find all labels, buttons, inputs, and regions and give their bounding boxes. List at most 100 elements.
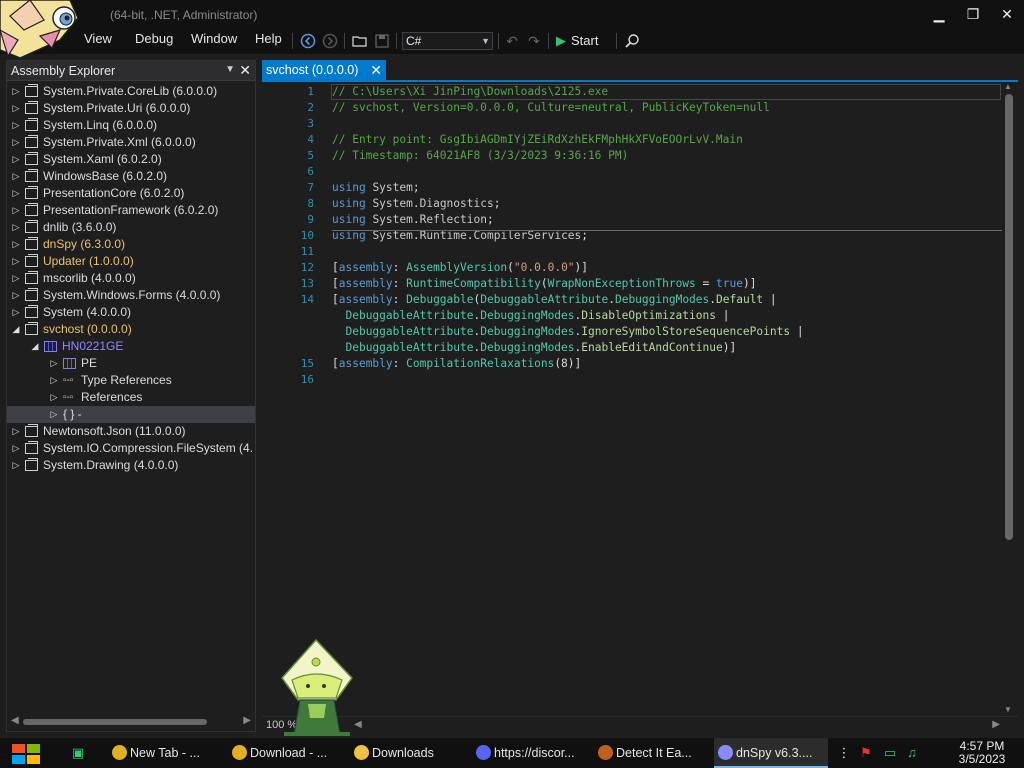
expand-icon[interactable]: ▷ (11, 202, 21, 219)
scroll-up-icon[interactable]: ▲ (1004, 82, 1012, 91)
close-icon[interactable]: ✕ (239, 62, 251, 79)
search-icon[interactable] (624, 33, 640, 49)
navigate-back-icon[interactable] (300, 33, 316, 49)
start-debug-button[interactable]: ▶ Start (556, 31, 598, 51)
expand-icon[interactable]: ▷ (11, 151, 21, 168)
collapse-icon[interactable]: ◢ (30, 338, 40, 355)
tree-item[interactable]: ▷ System.IO.Compression.FileSystem (4. (7, 440, 255, 457)
chevron-down-icon[interactable]: ▼ (225, 64, 235, 75)
scrollbar-thumb[interactable] (23, 719, 207, 725)
taskbar-item[interactable]: https://discor... (472, 738, 586, 768)
code-line[interactable]: using System.Diagnostics; (332, 196, 500, 212)
close-button[interactable]: ✕ (992, 4, 1022, 24)
tree-item[interactable]: ▷ dnlib (3.6.0.0) (7, 219, 255, 236)
tree-item[interactable]: ▷ System.Private.Xml (6.0.0.0) (7, 134, 255, 151)
editor-vertical-scrollbar[interactable]: ▲ ▼ (1002, 82, 1016, 714)
tab-svchost[interactable]: svchost (0.0.0.0) ✕ (262, 60, 386, 80)
taskbar-item[interactable]: Detect It Ea... (594, 738, 706, 768)
tree-item[interactable]: ▷ System.Drawing (4.0.0.0) (7, 457, 255, 474)
code-line[interactable]: using System.Reflection; (332, 212, 494, 228)
taskbar-item[interactable]: New Tab - ... (108, 738, 220, 768)
tree-item[interactable]: ▷ System.Xaml (6.0.2.0) (7, 151, 255, 168)
menu-debug[interactable]: Debug (135, 31, 173, 46)
code-line[interactable]: // C:\Users\Xi JinPing\Downloads\2125.ex… (332, 84, 608, 100)
save-icon[interactable] (374, 33, 390, 49)
expand-icon[interactable]: ▷ (11, 100, 21, 117)
close-tab-icon[interactable]: ✕ (370, 60, 382, 80)
tree-item[interactable]: ◢ HN0221GE (7, 338, 255, 355)
tree-item[interactable]: ▷ PresentationFramework (6.0.2.0) (7, 202, 255, 219)
expand-icon[interactable]: ▷ (11, 117, 21, 134)
tree-item[interactable]: ▷ WindowsBase (6.0.2.0) (7, 168, 255, 185)
volume-icon[interactable]: ♫ (904, 745, 920, 761)
expand-icon[interactable]: ▷ (11, 219, 21, 236)
expand-icon[interactable]: ▷ (11, 304, 21, 321)
code-line[interactable]: DebuggableAttribute.DebuggingModes.Ignor… (332, 324, 803, 340)
windows-start-icon[interactable] (10, 742, 42, 766)
redo-icon[interactable]: ↷ (526, 33, 542, 49)
scrollbar-thumb[interactable] (1005, 94, 1013, 540)
code-line[interactable]: // svchost, Version=0.0.0.0, Culture=neu… (332, 100, 770, 116)
tree-item[interactable]: ▷ System.Private.CoreLib (6.0.0.0) (7, 83, 255, 100)
tree-item[interactable]: ▷ System.Private.Uri (6.0.0.0) (7, 100, 255, 117)
tree-item[interactable]: ▷ System (4.0.0.0) (7, 304, 255, 321)
navigate-forward-icon[interactable] (322, 33, 338, 49)
tree-item[interactable]: ▷ System.Linq (6.0.0.0) (7, 117, 255, 134)
scroll-left-icon[interactable]: ◀ (11, 715, 19, 726)
expand-icon[interactable]: ▷ (11, 253, 21, 270)
code-text[interactable]: // C:\Users\Xi JinPing\Downloads\2125.ex… (332, 82, 1002, 714)
expand-icon[interactable]: ▷ (11, 457, 21, 474)
minimize-button[interactable]: ▁ (924, 4, 954, 24)
code-line[interactable]: [assembly: RuntimeCompatibility(WrapNonE… (332, 276, 756, 292)
tree-item[interactable]: ▷ dnSpy (6.3.0.0) (7, 236, 255, 253)
menu-help[interactable]: Help (255, 31, 282, 46)
expand-icon[interactable]: ▷ (49, 389, 59, 406)
expand-icon[interactable]: ▷ (49, 372, 59, 389)
expand-icon[interactable]: ▷ (49, 355, 59, 372)
explorer-horizontal-scrollbar[interactable]: ◀ ▶ (7, 713, 255, 731)
code-line[interactable]: [assembly: AssemblyVersion("0.0.0.0")] (332, 260, 588, 276)
code-line[interactable]: [assembly: CompilationRelaxations(8)] (332, 356, 581, 372)
expand-icon[interactable]: ▷ (49, 406, 59, 423)
expand-icon[interactable]: ▷ (11, 287, 21, 304)
code-editor[interactable]: 1 2 3 4 5 6 7 8 9 10 11 12 13 14 15 16 // C:\Users\Xi J… (262, 80, 1018, 734)
collapse-icon[interactable]: ◢ (11, 321, 21, 338)
chat-app-icon[interactable]: ▣ (70, 745, 86, 761)
code-line[interactable]: // Entry point: GsgIbiAGDmIYjZEiRdXzhEkF… (332, 132, 743, 148)
code-line[interactable]: DebuggableAttribute.DebuggingModes.Enabl… (332, 340, 736, 356)
language-select[interactable]: C# ▼ (402, 32, 493, 50)
code-line[interactable]: [assembly: Debuggable(DebuggableAttribut… (332, 292, 777, 308)
menu-window[interactable]: Window (191, 31, 237, 46)
expand-icon[interactable]: ▷ (11, 236, 21, 253)
scroll-down-icon[interactable]: ▼ (1004, 705, 1012, 714)
tree-item[interactable]: ▷ ▫-▫ References (7, 389, 255, 406)
flag-icon[interactable]: ⚑ (858, 745, 874, 761)
tree-item[interactable]: ▷ Newtonsoft.Json (11.0.0.0) (7, 423, 255, 440)
expand-icon[interactable]: ▷ (11, 440, 21, 457)
expand-icon[interactable]: ▷ (11, 134, 21, 151)
taskbar-item[interactable]: dnSpy v6.3.... (714, 738, 828, 768)
tree-item[interactable]: ◢ svchost (0.0.0.0) (7, 321, 255, 338)
code-line[interactable]: // Timestamp: 64021AF8 (3/3/2023 9:36:16… (332, 148, 628, 164)
tree-item[interactable]: ▷ mscorlib (4.0.0.0) (7, 270, 255, 287)
network-icon[interactable]: ▭ (882, 745, 898, 761)
expand-icon[interactable]: ▷ (11, 83, 21, 100)
tree-item[interactable]: ▷ { } - (7, 406, 255, 423)
expand-icon[interactable]: ▷ (11, 168, 21, 185)
taskbar-item[interactable]: Download - ... (228, 738, 342, 768)
open-folder-icon[interactable] (352, 33, 368, 49)
more-icon[interactable]: ⋮ (836, 745, 852, 761)
tree-item[interactable]: ▷ Updater (1.0.0.0) (7, 253, 255, 270)
undo-icon[interactable]: ↶ (504, 33, 520, 49)
expand-icon[interactable]: ▷ (11, 270, 21, 287)
scroll-right-icon[interactable]: ▶ (243, 715, 251, 726)
expand-icon[interactable]: ▷ (11, 423, 21, 440)
code-line[interactable]: using System; (332, 180, 420, 196)
scroll-right-icon[interactable]: ▶ (992, 719, 1000, 730)
restore-button[interactable]: ❐ (958, 4, 988, 24)
tree-item[interactable]: ▷ ▫-▫ Type References (7, 372, 255, 389)
code-line[interactable]: DebuggableAttribute.DebuggingModes.Disab… (332, 308, 729, 324)
system-clock[interactable]: 4:57 PM 3/5/2023 (946, 740, 1018, 766)
taskbar-item[interactable]: Downloads (350, 738, 464, 768)
tree-item[interactable]: ▷ PE (7, 355, 255, 372)
